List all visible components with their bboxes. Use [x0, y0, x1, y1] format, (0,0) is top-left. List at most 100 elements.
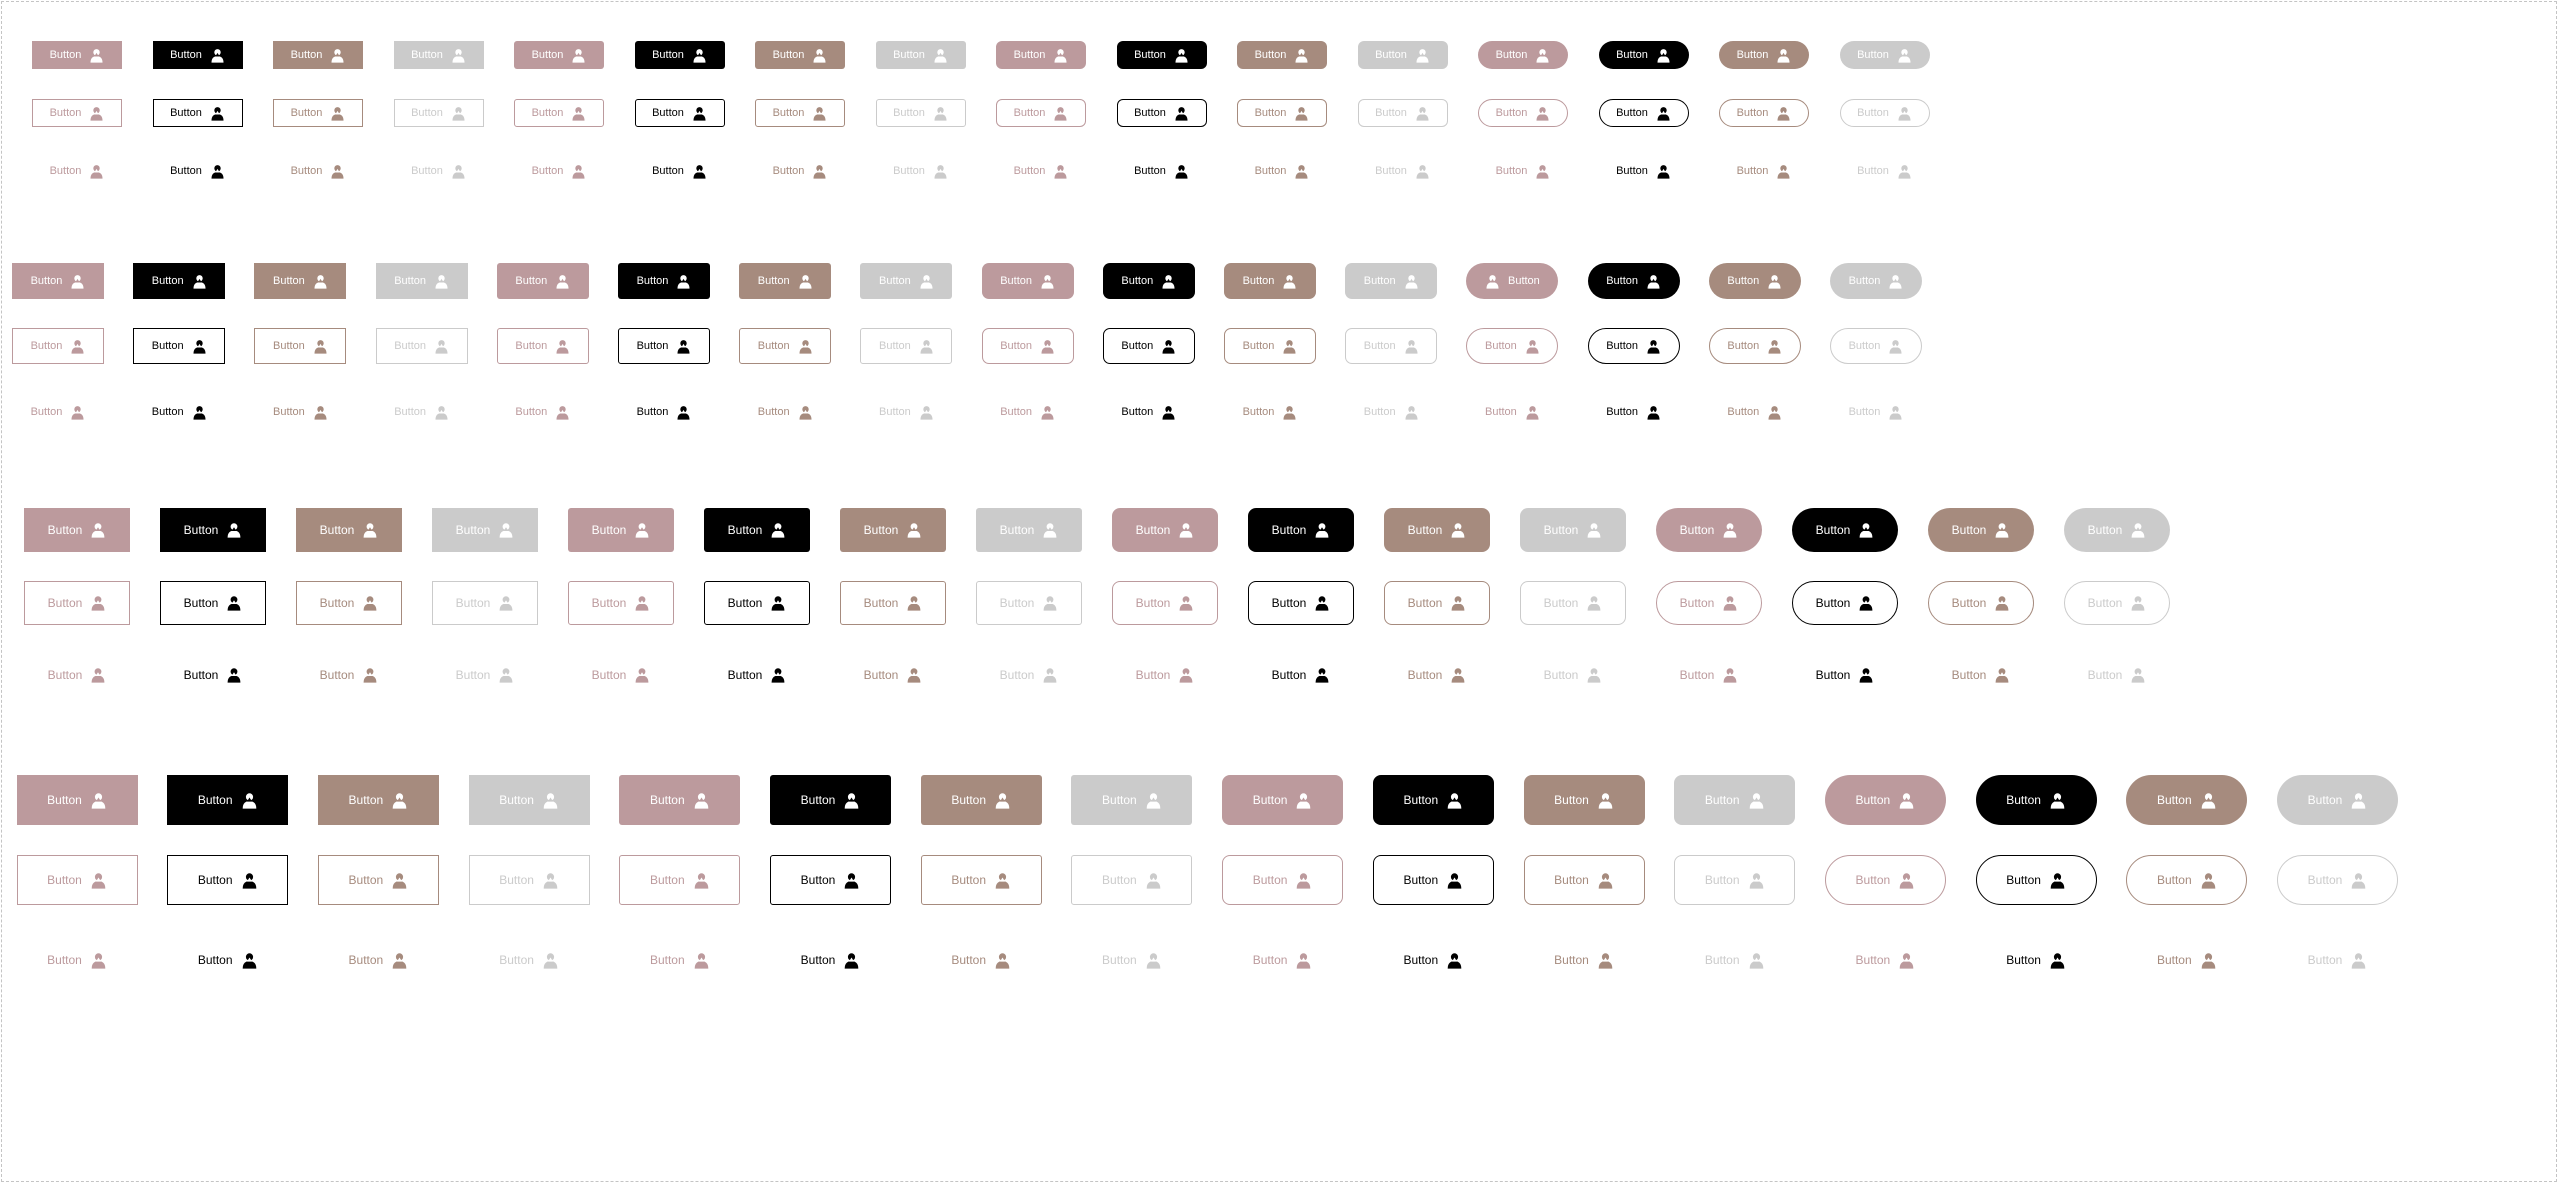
text-square-taupe-button[interactable]: Button: [296, 653, 402, 697]
outlined-rounded-gray-button[interactable]: Button: [1520, 581, 1626, 625]
text-square-taupe-button[interactable]: Button: [254, 394, 346, 430]
filled-square-black-button[interactable]: Button: [167, 775, 289, 825]
filled-slightly-rounded-rose-button[interactable]: Button: [496, 263, 589, 299]
outlined-pill-gray-button[interactable]: Button: [1830, 328, 1922, 364]
outlined-slightly-rounded-rose-button[interactable]: Button: [568, 581, 674, 625]
outlined-slightly-rounded-rose-button[interactable]: Button: [619, 855, 741, 905]
filled-rounded-black-button[interactable]: Button: [1102, 263, 1195, 299]
outlined-pill-taupe-button[interactable]: Button: [1719, 99, 1809, 127]
outlined-slightly-rounded-black-button[interactable]: Button: [618, 328, 710, 364]
outlined-square-black-button[interactable]: Button: [160, 581, 266, 625]
text-square-rose-button[interactable]: Button: [24, 653, 130, 697]
text-rounded-rose-button[interactable]: Button: [996, 157, 1086, 185]
text-rounded-gray-button[interactable]: Button: [1345, 394, 1437, 430]
outlined-slightly-rounded-gray-button[interactable]: Button: [976, 581, 1082, 625]
outlined-rounded-rose-button[interactable]: Button: [1222, 855, 1344, 905]
filled-rounded-taupe-button[interactable]: Button: [1224, 263, 1316, 299]
text-rounded-gray-button[interactable]: Button: [1358, 157, 1448, 185]
text-pill-rose-button[interactable]: Button: [1478, 157, 1568, 185]
text-slightly-rounded-gray-button[interactable]: Button: [976, 653, 1082, 697]
text-rounded-black-button[interactable]: Button: [1103, 394, 1195, 430]
outlined-pill-taupe-button[interactable]: Button: [2126, 855, 2248, 905]
filled-rounded-gray-button[interactable]: Button: [1674, 775, 1796, 825]
outlined-pill-rose-button[interactable]: Button: [1824, 855, 1946, 905]
filled-square-rose-button[interactable]: Button: [32, 41, 122, 69]
text-pill-gray-button[interactable]: Button: [1840, 157, 1930, 185]
text-square-black-button[interactable]: Button: [160, 653, 266, 697]
filled-slightly-rounded-black-button[interactable]: Button: [770, 775, 891, 825]
filled-rounded-rose-button[interactable]: Button: [1112, 508, 1218, 552]
outlined-slightly-rounded-taupe-button[interactable]: Button: [739, 328, 832, 364]
filled-square-black-button[interactable]: Button: [133, 263, 226, 299]
outlined-square-gray-button[interactable]: Button: [432, 581, 538, 625]
outlined-rounded-black-button[interactable]: Button: [1372, 855, 1494, 905]
filled-rounded-black-button[interactable]: Button: [1372, 775, 1494, 825]
outlined-square-gray-button[interactable]: Button: [393, 99, 484, 127]
filled-slightly-rounded-black-button[interactable]: Button: [618, 263, 710, 299]
filled-slightly-rounded-rose-button[interactable]: Button: [514, 41, 604, 69]
text-square-rose-button[interactable]: Button: [32, 157, 122, 185]
outlined-rounded-taupe-button[interactable]: Button: [1384, 581, 1490, 625]
text-pill-black-button[interactable]: Button: [1976, 935, 2097, 985]
outlined-slightly-rounded-taupe-button[interactable]: Button: [755, 99, 845, 127]
text-slightly-rounded-gray-button[interactable]: Button: [1071, 935, 1192, 985]
text-slightly-rounded-rose-button[interactable]: Button: [568, 653, 674, 697]
outlined-square-taupe-button[interactable]: Button: [296, 581, 402, 625]
text-slightly-rounded-gray-button[interactable]: Button: [876, 157, 966, 185]
outlined-rounded-taupe-button[interactable]: Button: [1224, 328, 1316, 364]
filled-slightly-rounded-taupe-button[interactable]: Button: [840, 508, 946, 552]
outlined-square-taupe-button[interactable]: Button: [254, 328, 347, 364]
text-pill-rose-button[interactable]: Button: [1656, 653, 1762, 697]
outlined-slightly-rounded-black-button[interactable]: Button: [634, 99, 725, 127]
filled-slightly-rounded-taupe-button[interactable]: Button: [739, 263, 832, 299]
outlined-rounded-gray-button[interactable]: Button: [1674, 855, 1796, 905]
filled-rounded-black-button[interactable]: Button: [1248, 508, 1354, 552]
text-slightly-rounded-taupe-button[interactable]: Button: [755, 157, 845, 185]
outlined-pill-gray-button[interactable]: Button: [1839, 99, 1930, 127]
outlined-rounded-taupe-button[interactable]: Button: [1523, 855, 1645, 905]
filled-square-taupe-button[interactable]: Button: [273, 41, 363, 69]
outlined-square-rose-button[interactable]: Button: [24, 581, 130, 625]
filled-pill-taupe-button[interactable]: Button: [1708, 263, 1801, 299]
text-square-gray-button[interactable]: Button: [432, 653, 538, 697]
outlined-square-black-button[interactable]: Button: [167, 855, 289, 905]
outlined-rounded-gray-button[interactable]: Button: [1345, 328, 1438, 364]
outlined-pill-black-button[interactable]: Button: [1598, 99, 1689, 127]
text-slightly-rounded-black-button[interactable]: Button: [704, 653, 810, 697]
filled-slightly-rounded-gray-button[interactable]: Button: [875, 41, 966, 69]
text-square-gray-button[interactable]: Button: [376, 394, 468, 430]
text-pill-taupe-button[interactable]: Button: [1928, 653, 2034, 697]
text-slightly-rounded-black-button[interactable]: Button: [635, 157, 725, 185]
text-square-gray-button[interactable]: Button: [469, 935, 590, 985]
text-rounded-taupe-button[interactable]: Button: [1524, 935, 1645, 985]
filled-square-gray-button[interactable]: Button: [468, 775, 590, 825]
outlined-square-taupe-button[interactable]: Button: [273, 99, 363, 127]
filled-pill-taupe-button[interactable]: Button: [2126, 775, 2248, 825]
filled-rounded-taupe-button[interactable]: Button: [1237, 41, 1327, 69]
outlined-square-rose-button[interactable]: Button: [32, 99, 122, 127]
text-slightly-rounded-taupe-button[interactable]: Button: [840, 653, 946, 697]
filled-pill-black-button[interactable]: Button: [1587, 263, 1680, 299]
text-pill-gray-button[interactable]: Button: [1830, 394, 1922, 430]
text-rounded-black-button[interactable]: Button: [1373, 935, 1494, 985]
outlined-pill-taupe-button[interactable]: Button: [1708, 328, 1801, 364]
outlined-rounded-rose-button[interactable]: Button: [1112, 581, 1218, 625]
filled-pill-black-button[interactable]: Button: [1975, 775, 2097, 825]
filled-square-rose-button[interactable]: Button: [16, 775, 138, 825]
filled-rounded-black-button[interactable]: Button: [1116, 41, 1207, 69]
filled-slightly-rounded-gray-button[interactable]: Button: [1071, 775, 1193, 825]
filled-square-taupe-button[interactable]: Button: [254, 263, 347, 299]
outlined-pill-black-button[interactable]: Button: [1975, 855, 2097, 905]
text-slightly-rounded-rose-button[interactable]: Button: [497, 394, 589, 430]
filled-square-gray-button[interactable]: Button: [393, 41, 484, 69]
filled-rounded-gray-button[interactable]: Button: [1520, 508, 1626, 552]
outlined-square-black-button[interactable]: Button: [133, 328, 226, 364]
filled-rounded-rose-button[interactable]: Button: [996, 41, 1086, 69]
outlined-pill-rose-button[interactable]: Button: [1478, 99, 1568, 127]
outlined-pill-rose-button[interactable]: Button: [1656, 581, 1762, 625]
filled-pill-rose-button[interactable]: Button: [1478, 41, 1568, 69]
outlined-slightly-rounded-gray-button[interactable]: Button: [875, 99, 966, 127]
outlined-pill-black-button[interactable]: Button: [1587, 328, 1680, 364]
outlined-square-taupe-button[interactable]: Button: [317, 855, 439, 905]
filled-slightly-rounded-taupe-button[interactable]: Button: [755, 41, 845, 69]
